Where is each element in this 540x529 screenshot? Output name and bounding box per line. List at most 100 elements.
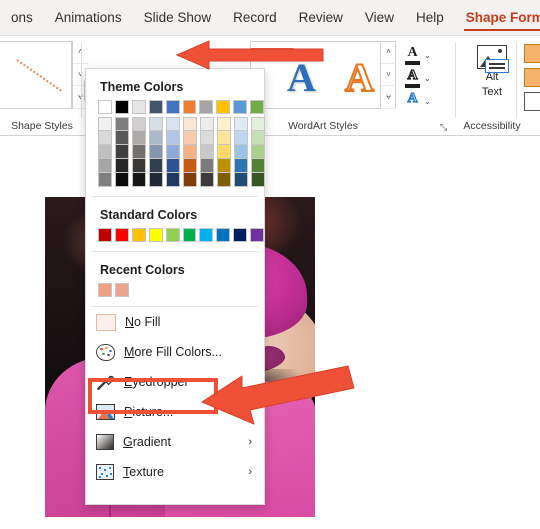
text-outline-button[interactable]: A ⌄	[404, 67, 446, 90]
theme-color-swatch-7[interactable]	[216, 100, 231, 114]
theme-colors-variants[interactable]	[86, 114, 265, 187]
theme-variant-swatch-8-1[interactable]	[234, 131, 248, 145]
theme-variant-swatch-9-3[interactable]	[251, 159, 265, 173]
theme-variant-swatch-5-0[interactable]	[183, 117, 197, 131]
theme-variant-swatch-2-1[interactable]	[132, 131, 146, 145]
theme-variant-swatch-2-4[interactable]	[132, 173, 146, 187]
theme-variant-swatch-4-2[interactable]	[166, 145, 180, 159]
theme-color-swatch-4[interactable]	[165, 100, 180, 114]
theme-color-swatch-2[interactable]	[131, 100, 146, 114]
theme-color-swatch-8[interactable]	[233, 100, 248, 114]
tab-slide-show[interactable]: Slide Show	[133, 0, 223, 36]
theme-color-swatch-9[interactable]	[250, 100, 265, 114]
theme-variant-swatch-6-4[interactable]	[200, 173, 214, 187]
theme-variant-swatch-9-1[interactable]	[251, 131, 265, 145]
theme-variant-swatch-0-3[interactable]	[98, 159, 112, 173]
theme-variant-swatch-0-1[interactable]	[98, 131, 112, 145]
chevron-down-icon[interactable]: ⌄	[424, 51, 431, 60]
theme-variant-swatch-4-3[interactable]	[166, 159, 180, 173]
theme-variant-swatch-1-1[interactable]	[115, 131, 129, 145]
wordart-scroll-up[interactable]: ˄	[381, 41, 396, 64]
theme-variant-swatch-9-2[interactable]	[251, 145, 265, 159]
alt-text-button[interactable]: Alt Text	[462, 42, 522, 108]
theme-variant-swatch-3-0[interactable]	[149, 117, 163, 131]
theme-variant-swatch-8-2[interactable]	[234, 145, 248, 159]
theme-variant-column-9[interactable]	[251, 117, 265, 187]
theme-variant-swatch-4-0[interactable]	[166, 117, 180, 131]
theme-variant-column-4[interactable]	[166, 117, 180, 187]
wordart-sample-orange[interactable]: A	[344, 57, 375, 99]
standard-color-swatch-4[interactable]	[165, 228, 180, 242]
theme-color-swatch-3[interactable]	[148, 100, 163, 114]
theme-variant-swatch-1-0[interactable]	[115, 117, 129, 131]
submenu-chevron-icon[interactable]: ›	[248, 466, 252, 478]
theme-variant-swatch-5-4[interactable]	[183, 173, 197, 187]
theme-variant-swatch-7-1[interactable]	[217, 131, 231, 145]
theme-variant-swatch-0-2[interactable]	[98, 145, 112, 159]
theme-variant-swatch-1-2[interactable]	[115, 145, 129, 159]
theme-variant-swatch-0-0[interactable]	[98, 117, 112, 131]
tab-view[interactable]: View	[354, 0, 405, 36]
tab-animations[interactable]: Animations	[44, 0, 133, 36]
theme-variant-column-5[interactable]	[183, 117, 197, 187]
theme-color-swatch-1[interactable]	[114, 100, 129, 114]
theme-variant-column-3[interactable]	[149, 117, 163, 187]
theme-variant-swatch-1-4[interactable]	[115, 173, 129, 187]
chevron-down-icon[interactable]: ⌄	[424, 74, 431, 83]
menu-item-no-fill[interactable]: No Fill	[86, 307, 264, 337]
chevron-down-icon[interactable]: ⌄	[424, 97, 431, 106]
theme-variant-swatch-3-2[interactable]	[149, 145, 163, 159]
theme-color-swatch-5[interactable]	[182, 100, 197, 114]
theme-variant-swatch-7-2[interactable]	[217, 145, 231, 159]
wordart-scroll-down[interactable]: ˅	[381, 64, 396, 87]
theme-variant-swatch-6-3[interactable]	[200, 159, 214, 173]
send-backward-icon[interactable]	[524, 68, 540, 87]
theme-variant-column-8[interactable]	[234, 117, 248, 187]
tab-help[interactable]: Help	[405, 0, 455, 36]
text-effects-button[interactable]: A ⌄	[404, 90, 446, 113]
theme-variant-swatch-6-1[interactable]	[200, 131, 214, 145]
text-fill-button[interactable]: A ⌄	[404, 44, 446, 67]
standard-color-swatch-9[interactable]	[250, 228, 265, 242]
wordart-more[interactable]: ⩝	[381, 86, 396, 110]
theme-variant-swatch-3-4[interactable]	[149, 173, 163, 187]
theme-variant-swatch-3-1[interactable]	[149, 131, 163, 145]
theme-variant-swatch-3-3[interactable]	[149, 159, 163, 173]
shape-fill-dropdown-menu[interactable]: Theme Colors Standard Colors Recent Colo…	[85, 68, 265, 505]
theme-variant-swatch-5-2[interactable]	[183, 145, 197, 159]
theme-variant-swatch-5-1[interactable]	[183, 131, 197, 145]
theme-colors-base-row[interactable]	[86, 100, 265, 114]
tab-record[interactable]: Record	[222, 0, 288, 36]
theme-variant-swatch-5-3[interactable]	[183, 159, 197, 173]
selection-pane-icon[interactable]	[524, 92, 540, 111]
theme-variant-swatch-8-0[interactable]	[234, 117, 248, 131]
theme-variant-swatch-2-2[interactable]	[132, 145, 146, 159]
tab-shape-format[interactable]: Shape Format	[455, 0, 540, 36]
standard-colors-row[interactable]	[86, 228, 265, 242]
shape-styles-gallery[interactable]	[0, 41, 72, 109]
theme-variant-swatch-9-4[interactable]	[251, 173, 265, 187]
theme-variant-swatch-0-4[interactable]	[98, 173, 112, 187]
theme-variant-swatch-6-0[interactable]	[200, 117, 214, 131]
theme-variant-swatch-4-1[interactable]	[166, 131, 180, 145]
recent-color-swatch-0[interactable]	[98, 283, 112, 297]
theme-variant-swatch-7-0[interactable]	[217, 117, 231, 131]
tab-transitions[interactable]: ons	[0, 0, 44, 36]
slide-canvas[interactable]	[0, 137, 540, 529]
standard-color-swatch-2[interactable]	[131, 228, 146, 242]
standard-color-swatch-3[interactable]	[148, 228, 163, 242]
theme-variant-swatch-2-0[interactable]	[132, 117, 146, 131]
theme-variant-swatch-7-3[interactable]	[217, 159, 231, 173]
theme-variant-column-6[interactable]	[200, 117, 214, 187]
submenu-chevron-icon[interactable]: ›	[248, 436, 252, 448]
standard-color-swatch-8[interactable]	[233, 228, 248, 242]
theme-variant-swatch-7-4[interactable]	[217, 173, 231, 187]
theme-variant-column-2[interactable]	[132, 117, 146, 187]
standard-color-swatch-6[interactable]	[199, 228, 214, 242]
theme-variant-swatch-8-3[interactable]	[234, 159, 248, 173]
wordart-styles-scrollbar[interactable]: ˄ ˅ ⩝	[380, 41, 396, 110]
theme-color-swatch-0[interactable]	[98, 100, 112, 114]
standard-color-swatch-1[interactable]	[114, 228, 129, 242]
standard-color-swatch-7[interactable]	[216, 228, 231, 242]
theme-variant-swatch-9-0[interactable]	[251, 117, 265, 131]
